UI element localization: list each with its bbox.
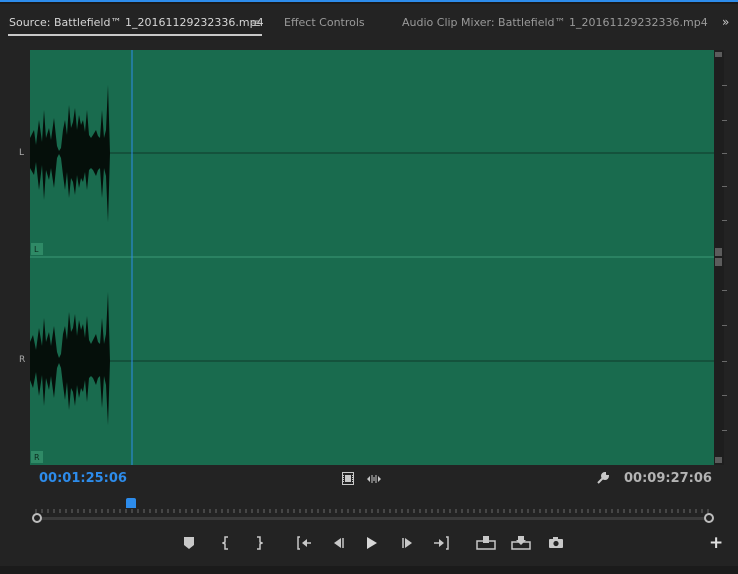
right-channel-scroll-handle[interactable]	[715, 258, 722, 266]
waveform-svg	[30, 50, 714, 465]
mark-in-button[interactable]	[222, 536, 230, 550]
mark-out-button[interactable]	[255, 536, 263, 550]
current-timecode[interactable]: 00:01:25:06	[39, 471, 127, 486]
left-channel-scroll-handle[interactable]	[715, 248, 722, 256]
scale-tick	[722, 325, 727, 326]
scale-tick	[722, 290, 727, 291]
zoom-scroll-bar[interactable]	[36, 517, 710, 520]
channel-label-left: L	[19, 148, 25, 158]
panel-bottom-border	[0, 566, 738, 574]
audio-waveform-display[interactable]: L R	[30, 50, 714, 465]
left-channel-tag: L	[34, 245, 39, 254]
scroll-bottom-handle[interactable]	[715, 457, 722, 463]
scale-tick	[722, 153, 727, 154]
tab-audio-clip-mixer[interactable]: Audio Clip Mixer: Battlefield™ 1_2016112…	[402, 16, 708, 29]
button-editor-add-icon[interactable]: +	[709, 533, 723, 553]
duration-timecode: 00:09:27:06	[624, 471, 712, 486]
wrench-icon[interactable]	[596, 471, 610, 485]
step-back-button[interactable]	[331, 537, 345, 549]
playhead-marker[interactable]	[126, 498, 136, 508]
insert-button[interactable]	[476, 535, 496, 550]
go-to-in-button[interactable]	[296, 536, 312, 550]
tab-source[interactable]: Source: Battlefield™ 1_20161129232336.mp…	[9, 16, 264, 29]
scroll-top-handle[interactable]	[715, 52, 722, 57]
scale-tick	[722, 395, 727, 396]
scale-tick	[722, 85, 727, 86]
active-tab-indicator	[8, 34, 262, 36]
channel-label-right: R	[19, 355, 26, 365]
scale-tick	[722, 361, 727, 362]
tab-effect-controls[interactable]: Effect Controls	[284, 16, 365, 29]
right-channel-waveform	[30, 292, 110, 425]
panel-menu-icon[interactable]: ≡	[251, 16, 261, 30]
step-forward-button[interactable]	[401, 537, 415, 549]
audio-drag-icon[interactable]	[366, 473, 382, 485]
go-to-out-button[interactable]	[433, 536, 451, 550]
film-strip-icon[interactable]	[342, 472, 354, 485]
tab-overflow-icon[interactable]: »	[722, 15, 729, 29]
zoom-handle-left[interactable]	[32, 513, 42, 523]
scale-tick	[722, 220, 727, 221]
play-button[interactable]	[366, 536, 378, 550]
right-channel-tag: R	[34, 453, 40, 462]
zoom-handle-right[interactable]	[704, 513, 714, 523]
scale-tick	[722, 186, 727, 187]
overwrite-button[interactable]	[511, 535, 531, 550]
vertical-scrollbar[interactable]	[714, 50, 727, 465]
left-channel-waveform	[30, 85, 110, 222]
panel-tab-bar: Source: Battlefield™ 1_20161129232336.mp…	[0, 4, 738, 38]
add-marker-button[interactable]	[184, 537, 194, 549]
scale-tick	[722, 120, 727, 121]
export-frame-button[interactable]	[548, 537, 564, 549]
scale-tick	[722, 430, 727, 431]
